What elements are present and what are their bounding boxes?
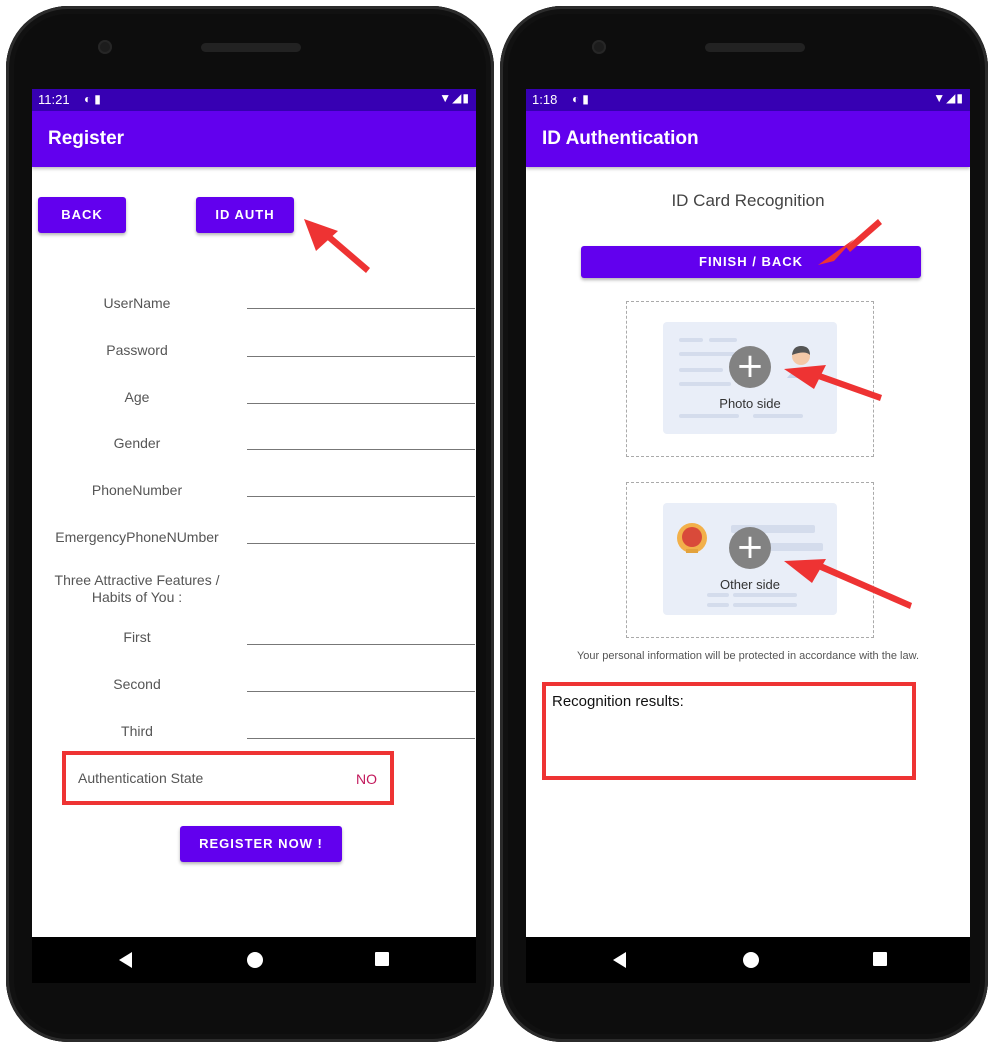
earpiece-speaker: [705, 43, 805, 52]
register-now-button[interactable]: REGISTER NOW !: [180, 826, 342, 862]
front-camera: [592, 40, 606, 54]
username-field[interactable]: [247, 308, 475, 309]
card-line: [679, 338, 703, 342]
notification-icons: ◐ ▮: [84, 92, 101, 106]
recents-square-icon[interactable]: [374, 951, 390, 967]
emergency-phone-label: EmergencyPhoneNUmber: [55, 529, 219, 545]
wifi-signal-battery-icon: ▼◢▮: [439, 91, 470, 105]
phone-number-label: PhoneNumber: [91, 482, 183, 498]
id-auth-button[interactable]: ID AUTH: [196, 197, 294, 233]
gender-label: Gender: [113, 435, 161, 451]
auth-state-label: Authentication State: [78, 770, 204, 786]
card-line: [679, 368, 723, 372]
annotation-arrow: [304, 219, 370, 273]
third-feature-field[interactable]: [247, 738, 475, 739]
first-feature-label: First: [123, 629, 151, 645]
recognition-results-label: Recognition results:: [552, 693, 684, 710]
right-phone-frame: 1:18 ◐ ▮ ▼◢▮ ID Authentication ID Card R…: [500, 6, 988, 1042]
features-heading-line1: Three Attractive Features /: [54, 572, 220, 588]
status-bar: 1:18 ◐ ▮ ▼◢▮: [526, 89, 970, 111]
recents-square-icon[interactable]: [872, 951, 888, 967]
id-auth-screen: 1:18 ◐ ▮ ▼◢▮ ID Authentication ID Card R…: [526, 89, 970, 937]
plus-icon[interactable]: +: [729, 346, 771, 388]
page-title: ID Authentication: [542, 128, 699, 149]
gender-field[interactable]: [247, 449, 475, 450]
id-card-heading: ID Card Recognition: [671, 191, 825, 210]
second-feature-field[interactable]: [247, 691, 475, 692]
age-field[interactable]: [247, 403, 475, 404]
back-button[interactable]: BACK: [38, 197, 126, 233]
emergency-phone-field[interactable]: [247, 543, 475, 544]
plus-icon[interactable]: +: [729, 527, 771, 569]
second-feature-label: Second: [113, 676, 161, 692]
third-feature-label: Third: [121, 723, 153, 739]
left-phone-frame: 11:21 ◐ ▮ ▼◢▮ Register BACK ID AUTH User…: [6, 6, 494, 1042]
status-bar: 11:21 ◐ ▮ ▼◢▮: [32, 89, 476, 111]
home-circle-icon[interactable]: [742, 951, 760, 969]
national-emblem-icon: [677, 523, 707, 553]
annotation-arrow: [818, 219, 882, 265]
annotation-arrow: [784, 365, 882, 401]
front-camera: [98, 40, 112, 54]
password-label: Password: [106, 342, 168, 358]
card-line: [707, 603, 729, 607]
age-label: Age: [124, 389, 150, 405]
annotation-arrow: [784, 559, 912, 609]
page-title: Register: [48, 128, 125, 149]
status-time: 11:21: [38, 92, 70, 107]
register-screen: 11:21 ◐ ▮ ▼◢▮ Register BACK ID AUTH User…: [32, 89, 476, 937]
wifi-signal-battery-icon: ▼◢▮: [933, 91, 964, 105]
earpiece-speaker: [201, 43, 301, 52]
notification-icons: ◐ ▮: [572, 92, 589, 106]
app-bar: Register: [32, 111, 476, 167]
phone-number-field[interactable]: [247, 496, 475, 497]
card-line: [709, 338, 737, 342]
card-line: [707, 593, 729, 597]
app-bar: ID Authentication: [526, 111, 970, 167]
status-time: 1:18: [532, 92, 558, 107]
card-line: [679, 352, 735, 356]
auth-state-value: NO: [356, 771, 377, 787]
system-nav-bar: [526, 937, 970, 983]
username-label: UserName: [103, 295, 171, 311]
back-triangle-icon[interactable]: [612, 951, 628, 969]
card-line: [679, 414, 739, 418]
system-nav-bar: [32, 937, 476, 983]
back-triangle-icon[interactable]: [118, 951, 134, 969]
password-field[interactable]: [247, 356, 475, 357]
first-feature-field[interactable]: [247, 644, 475, 645]
privacy-notice: Your personal information will be protec…: [576, 650, 919, 662]
card-line: [679, 382, 731, 386]
features-heading-line2: Habits of You :: [91, 589, 183, 605]
home-circle-icon[interactable]: [246, 951, 264, 969]
card-line: [753, 414, 803, 418]
